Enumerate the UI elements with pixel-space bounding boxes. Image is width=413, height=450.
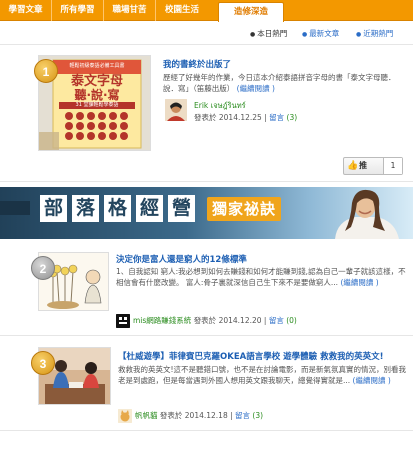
thumbs-up-icon: 👍 <box>347 161 359 171</box>
banner-person-image <box>335 189 399 239</box>
published-label: 發表於 <box>159 411 183 420</box>
post-3-comment-count: (3) <box>252 411 264 420</box>
bullet-icon: ● <box>356 31 362 38</box>
book-subtitle: 31 堂課輕鬆學泰語 <box>59 102 135 109</box>
like-button[interactable]: 👍 推 1 <box>343 157 403 175</box>
post-1-excerpt: 歷經了好幾年的作業，今日這本介紹泰語拼音字母的書「泰文字母聽．說．寫」（笛藤出版… <box>163 72 403 94</box>
like-label: 推 <box>359 161 367 170</box>
subtab-today-hot-label: 本日熱門 <box>257 29 288 38</box>
post-2-author-name[interactable]: mis網路賺錢系統 <box>133 316 191 325</box>
subtab-latest-label: 最新文章 <box>309 29 340 38</box>
divider <box>0 335 413 336</box>
banner-char: 經 <box>136 195 163 222</box>
tab-all-learning[interactable]: 所有學習 <box>52 0 104 21</box>
top-nav-bar: 學習文章 所有學習 職場甘苦 校園生活 造修深造 <box>0 0 413 22</box>
avatar-icon <box>165 99 187 121</box>
post-2-date: 2014.12.20 <box>218 316 262 325</box>
subtab-recent-hot-label: 近期熱門 <box>363 29 394 38</box>
banner-decoration <box>0 201 30 215</box>
post-1-author-avatar[interactable] <box>165 99 187 121</box>
post-1-excerpt-text: 歷經了好幾年的作業，今日這本介紹泰語拼音字母的書「泰文字母聽．說．寫」（笛藤出版… <box>163 73 396 93</box>
post-1-title[interactable]: 我的書終於出版了 <box>163 58 231 70</box>
post-3-title[interactable]: 【杜威遊學】菲律賓巴克羅OKEA語言學校 遊學體驗 救救我的英英文! <box>118 350 384 362</box>
tab-further-study[interactable]: 造修深造 <box>218 2 284 22</box>
post-2-comment-count: (0) <box>286 316 297 325</box>
post-2-readmore-link[interactable]: (繼續閱讀 ) <box>340 278 378 287</box>
published-label: 發表於 <box>194 113 217 122</box>
divider <box>0 44 413 45</box>
book-title-line2: 聽·說·寫 <box>74 88 120 102</box>
post-1-meta: 發表於 2014.12.25 | 留言 (3) <box>194 113 298 122</box>
banner-char: 格 <box>104 195 131 222</box>
avatar-icon <box>118 409 132 423</box>
divider <box>0 181 413 182</box>
post-3-comments-label[interactable]: 留言 <box>235 411 250 420</box>
banner-char: 部 <box>40 195 67 222</box>
published-label: 發表於 <box>193 316 217 325</box>
avatar-icon <box>116 314 130 328</box>
promo-banner[interactable]: 部 落 格 經 營 獨家祕訣 <box>0 187 413 239</box>
subtab-recent-hot[interactable]: ● 近期熱門 <box>356 28 393 41</box>
rank-badge: 1 <box>34 59 58 83</box>
bullet-icon: ● <box>250 31 256 38</box>
post-1-readmore-link[interactable]: (繼續閱讀 ) <box>237 84 275 93</box>
post-1-comments-label[interactable]: 留言 <box>269 113 284 122</box>
post-3-readmore-link[interactable]: (繼續閱讀 ) <box>353 376 391 385</box>
banner-char: 營 <box>168 195 195 222</box>
post-3-excerpt: 救救我的英英文!這不是聽錯口號，也不是在討論電影，而是新氣氛真實的情況，別看我老… <box>118 364 408 386</box>
post-3-date: 2014.12.18 <box>184 411 228 420</box>
post-3-meta: 帆帆貓 發表於 2014.12.18 | 留言 (3) <box>135 411 264 420</box>
tab-learning-articles[interactable]: 學習文章 <box>0 0 52 21</box>
book-top-line: 輕鬆初級泰語必備工具書 <box>69 63 125 69</box>
divider <box>0 430 413 431</box>
like-count: 1 <box>383 158 402 174</box>
post-3-author-avatar[interactable] <box>118 409 132 423</box>
post-1-comment-count: (3) <box>286 113 298 122</box>
post-2-excerpt: 1、自我認知 窮人:我必想到如何去賺錢和如何才能賺到錢,認為自己一輩子就該這樣，… <box>116 266 406 288</box>
subtab-today-hot[interactable]: ● 本日熱門 <box>250 28 287 41</box>
subtab-latest[interactable]: ● 最新文章 <box>302 28 339 41</box>
post-2-title[interactable]: 決定你是富人還是窮人的12條標準 <box>116 253 247 265</box>
post-2-meta: mis網路賺錢系統 發表於 2014.12.20 | 留言 (0) <box>133 316 297 325</box>
rank-badge: 2 <box>31 256 55 280</box>
banner-char: 落 <box>72 195 99 222</box>
post-2-author-avatar[interactable] <box>116 314 130 328</box>
post-1-date: 2014.12.25 <box>218 113 262 122</box>
bullet-icon: ● <box>302 31 308 38</box>
tab-workplace[interactable]: 職場甘苦 <box>104 0 156 21</box>
post-3-author-name[interactable]: 帆帆貓 <box>135 411 158 420</box>
post-2-comments-label[interactable]: 留言 <box>269 316 284 325</box>
book-title-line1: 泰文字母 <box>70 74 123 89</box>
rank-badge: 3 <box>31 351 55 375</box>
tab-campus-life[interactable]: 校園生活 <box>156 0 208 21</box>
banner-badge: 獨家祕訣 <box>207 197 282 221</box>
